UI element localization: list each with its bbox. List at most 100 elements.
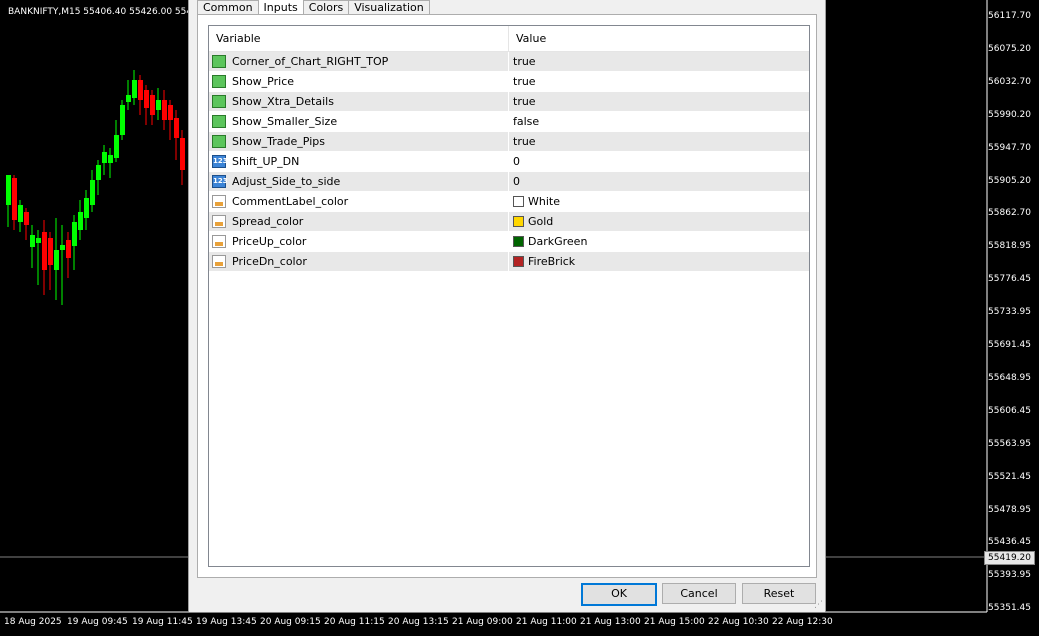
cancel-button[interactable]: Cancel [662,583,736,604]
tab-visualization[interactable]: Visualization [348,0,430,15]
price-tick-label: 55947.70 [988,142,1031,153]
value-text: true [513,55,536,68]
price-tick-label: 55436.45 [988,537,1031,548]
value-text: White [528,195,560,208]
price-tick-label: 56117.70 [988,11,1031,21]
resize-grip-icon[interactable]: ⋰ [814,600,823,610]
ok-button[interactable]: OK [581,583,657,606]
time-tick-label: 19 Aug 13:45 [196,617,257,627]
time-tick-label: 22 Aug 12:30 [772,617,833,627]
table-row[interactable]: CommentLabel_color White [209,192,809,212]
candle-body [30,235,35,247]
variable-cell: PriceDn_color [209,252,509,271]
candle-body [84,198,89,218]
value-cell[interactable]: 0 [509,172,520,191]
variable-cell: Corner_of_Chart_RIGHT_TOP [209,52,509,71]
current-price-label: 55419.20 [984,551,1035,565]
table-row[interactable]: 123 Shift_UP_DN 0 [209,152,809,172]
table-row[interactable]: Show_Xtra_Details true [209,92,809,112]
price-tick-label: 55862.70 [988,208,1031,219]
variable-cell: 123 Adjust_Side_to_side [209,172,509,191]
bool-icon [212,95,226,108]
table-row[interactable]: Show_Price true [209,72,809,92]
time-tick-label: 19 Aug 09:45 [67,617,128,627]
variable-name: Show_Xtra_Details [232,95,334,108]
color-swatch [513,256,524,267]
value-cell[interactable]: 0 [509,152,520,171]
inputs-rows: Corner_of_Chart_RIGHT_TOP true Show_Price t… [209,52,809,272]
reset-button[interactable]: Reset [742,583,816,604]
value-cell[interactable]: DarkGreen [509,232,587,251]
time-tick-label: 19 Aug 11:45 [132,617,193,627]
price-tick-label: 55563.95 [988,438,1031,449]
variable-name: PriceUp_color [232,235,307,248]
value-cell[interactable]: Gold [509,212,553,231]
table-row[interactable]: Show_Trade_Pips true [209,132,809,152]
variable-cell: Spread_color [209,212,509,231]
candle-body [6,175,11,205]
price-tick-label: 56032.70 [988,76,1031,87]
variable-cell: 123 Shift_UP_DN [209,152,509,171]
candle-body [96,165,101,180]
variable-cell: Show_Smaller_Size [209,112,509,131]
candle-body [168,105,173,120]
variable-name: Show_Trade_Pips [232,135,325,148]
candle-body [66,240,71,258]
value-cell[interactable]: FireBrick [509,252,575,271]
color-icon [212,215,226,228]
candle-body [156,100,161,110]
candle-body [174,118,179,138]
value-text: DarkGreen [528,235,588,248]
value-text: false [513,115,540,128]
tab-common[interactable]: Common [197,0,259,15]
column-header-value[interactable]: Value [509,26,546,51]
time-tick-label: 22 Aug 10:30 [708,617,769,627]
variable-cell: PriceUp_color [209,232,509,251]
candle-body [144,90,149,108]
tab-inputs[interactable]: Inputs [257,0,304,14]
value-text: true [513,135,536,148]
candle-body [102,152,107,163]
table-row[interactable]: Corner_of_Chart_RIGHT_TOP true [209,52,809,72]
variable-name: Spread_color [232,215,304,228]
price-tick-label: 55606.45 [988,405,1031,416]
variable-name: Adjust_Side_to_side [232,175,341,188]
color-swatch [513,216,524,227]
table-row[interactable]: PriceUp_color DarkGreen [209,232,809,252]
variable-name: Show_Price [232,75,295,88]
variable-cell: Show_Price [209,72,509,91]
indicator-properties-dialog: Common Inputs Colors Visualization Variable… [188,0,826,612]
price-tick-label: 55818.95 [988,241,1031,252]
candle-body [72,222,77,246]
table-row[interactable]: 123 Adjust_Side_to_side 0 [209,172,809,192]
candle-body [120,105,125,135]
value-cell[interactable]: White [509,192,560,211]
time-tick-label: 20 Aug 11:15 [324,617,385,627]
value-cell[interactable]: true [509,72,536,91]
column-header-variable[interactable]: Variable [209,26,509,51]
price-tick-label: 55648.95 [988,372,1031,383]
table-row[interactable]: Spread_color Gold [209,212,809,232]
color-swatch [513,236,524,247]
value-cell[interactable]: true [509,132,536,151]
value-cell[interactable]: false [509,112,539,131]
variable-cell: Show_Trade_Pips [209,132,509,151]
value-text: true [513,95,536,108]
candle-body [150,95,155,115]
variable-name: Show_Smaller_Size [232,115,338,128]
value-cell[interactable]: true [509,92,536,111]
candle-body [108,155,113,163]
value-text: 0 [513,155,520,168]
table-row[interactable]: Show_Smaller_Size false [209,112,809,132]
time-tick-label: 21 Aug 13:00 [580,617,641,627]
table-row[interactable]: PriceDn_color FireBrick [209,252,809,272]
color-icon [212,195,226,208]
candle-body [180,138,185,170]
tab-colors[interactable]: Colors [302,0,350,15]
bool-icon [212,135,226,148]
candle-body [132,80,137,98]
time-tick-label: 20 Aug 13:15 [388,617,449,627]
candle-body [54,250,59,270]
value-cell[interactable]: true [509,52,536,71]
price-tick-label: 55691.45 [988,340,1031,350]
